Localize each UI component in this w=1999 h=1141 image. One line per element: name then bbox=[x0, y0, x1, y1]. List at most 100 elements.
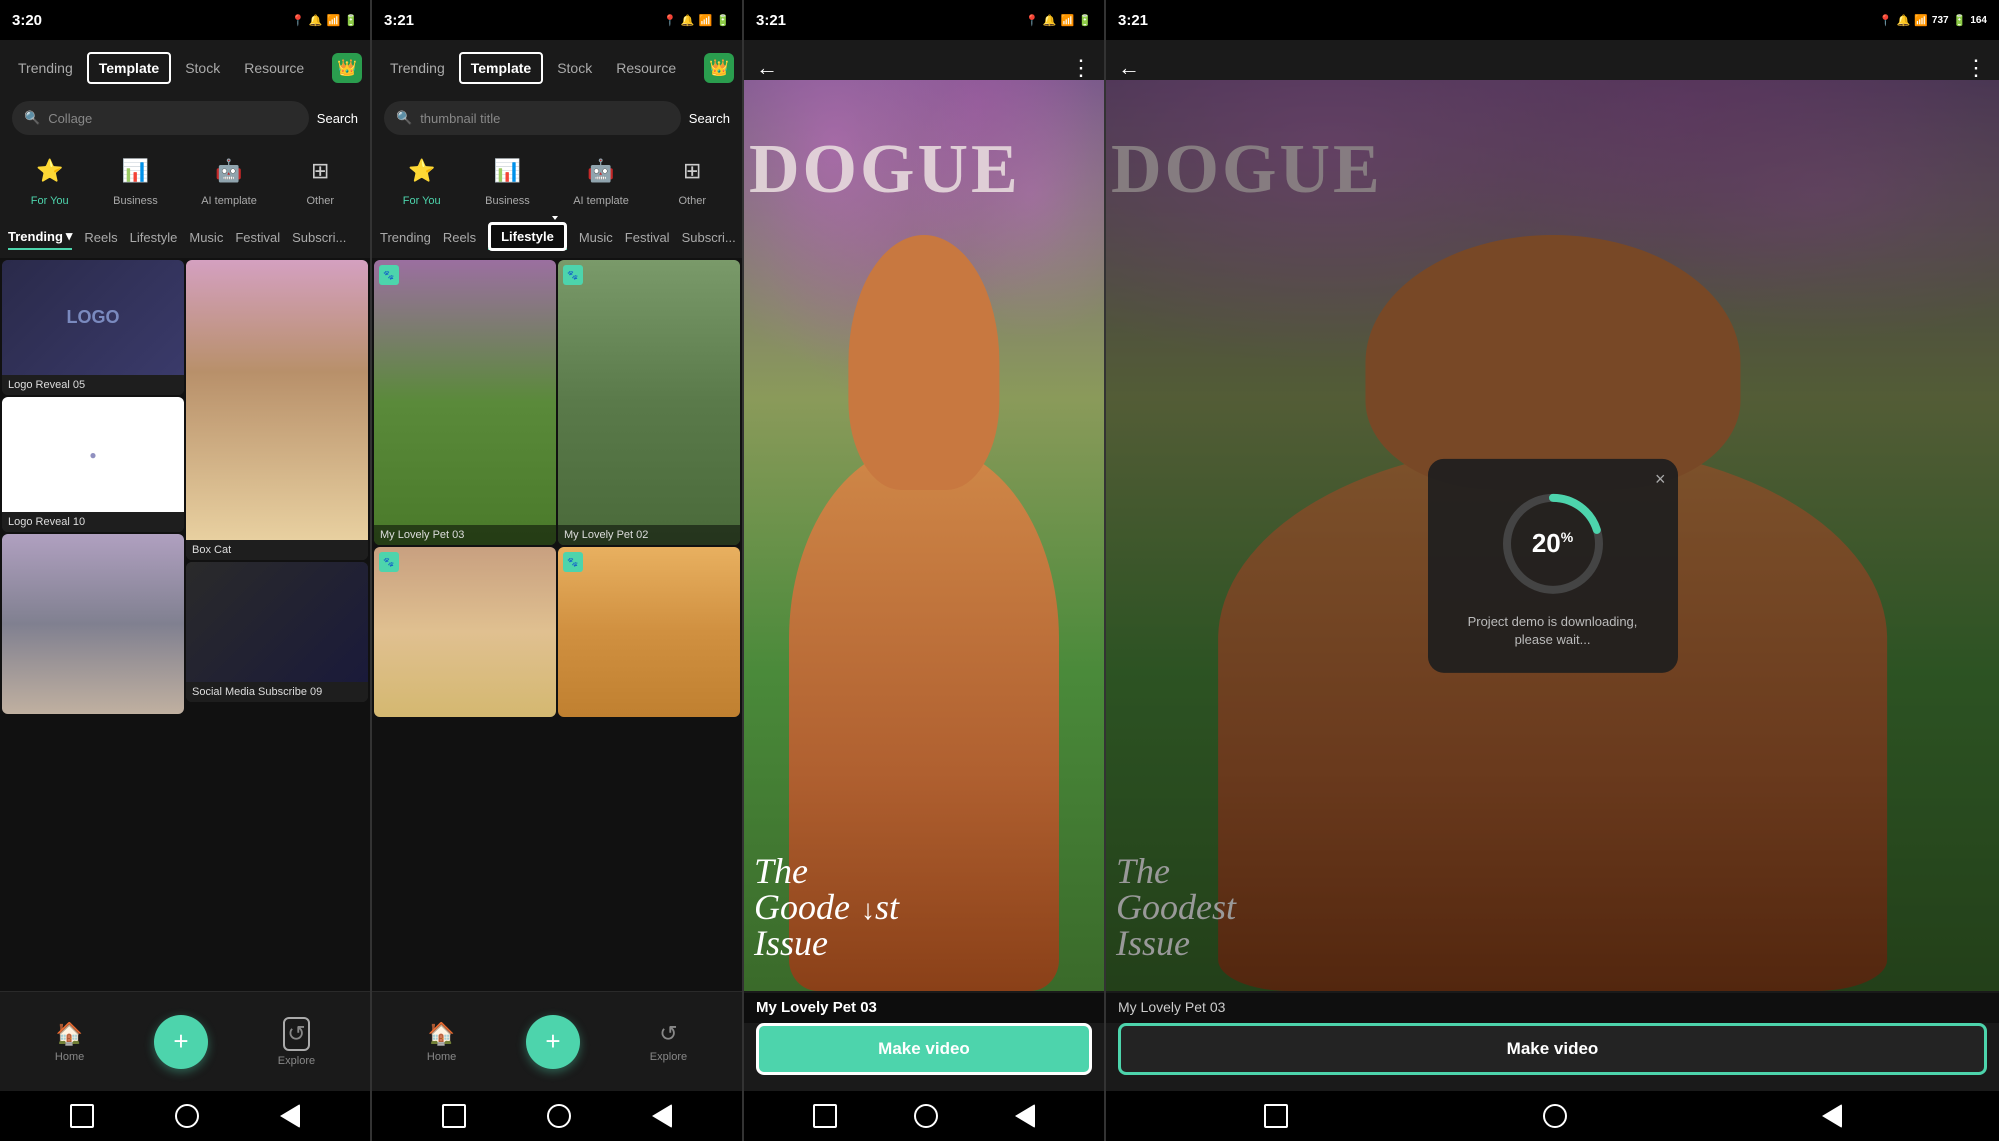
battery-count-4: 164 bbox=[1970, 15, 1987, 26]
home-label-1: Home bbox=[55, 1051, 84, 1063]
sys-back-1[interactable] bbox=[280, 1104, 300, 1128]
phone-panel-3: 3:21 📍 🔔 📶 🔋 ← ⋮ DOGUE bbox=[744, 0, 1104, 1141]
back-arrow-4[interactable]: ← bbox=[1118, 55, 1140, 81]
nav-tab-template-2[interactable]: Template bbox=[459, 52, 543, 84]
filter-subscri-2[interactable]: Subscri... bbox=[682, 226, 736, 249]
bottom-fab-1[interactable]: + bbox=[154, 1015, 208, 1069]
category-for-you-1[interactable]: ⭐ For You bbox=[30, 151, 70, 207]
nav-tabs-1: Trending Template Stock Resource bbox=[8, 52, 314, 84]
filter-festival-2[interactable]: Festival bbox=[625, 226, 670, 249]
close-overlay-btn[interactable]: × bbox=[1655, 468, 1666, 489]
three-dots-4[interactable]: ⋮ bbox=[1965, 55, 1987, 81]
filter-festival-1[interactable]: Festival bbox=[235, 226, 280, 249]
filter-trending-2[interactable]: Trending bbox=[380, 226, 431, 249]
filter-subscri-1[interactable]: Subscri... bbox=[292, 226, 346, 249]
bell-icon-4: 🔔 bbox=[1897, 14, 1911, 27]
progress-text: 20% bbox=[1532, 528, 1573, 559]
star-icon-2: ⭐ bbox=[402, 151, 442, 191]
bottom-home-2[interactable]: 🏠 Home bbox=[427, 1021, 456, 1063]
filter-reels-2[interactable]: Reels bbox=[443, 226, 476, 249]
nav-tab-template-1[interactable]: Template bbox=[87, 52, 171, 84]
search-button-2[interactable]: Search bbox=[689, 111, 730, 126]
sys-square-2[interactable] bbox=[442, 1104, 466, 1128]
sys-square-1[interactable] bbox=[70, 1104, 94, 1128]
explore-icon-2: ↺ bbox=[659, 1021, 677, 1047]
grid-item-kittens[interactable]: 🐾 bbox=[374, 547, 556, 717]
filter-tabs-1: Trending ▾ Reels Lifestyle Music Festiva… bbox=[0, 216, 370, 258]
category-for-you-2[interactable]: ⭐ For You bbox=[402, 151, 442, 207]
filter-lifestyle-2[interactable]: Lifestyle bbox=[488, 225, 567, 250]
back-arrow-3[interactable]: ← bbox=[756, 55, 778, 81]
nav-tab-trending-1[interactable]: Trending bbox=[8, 54, 83, 82]
wifi-icon-4: 📶 bbox=[1914, 14, 1928, 27]
battery-icon-4: 🔋 bbox=[1953, 14, 1967, 27]
grid-label-pet-03: My Lovely Pet 03 bbox=[374, 525, 556, 545]
sys-back-3[interactable] bbox=[1015, 1104, 1035, 1128]
nav-tab-resource-2[interactable]: Resource bbox=[606, 54, 686, 82]
nav-tab-stock-1[interactable]: Stock bbox=[175, 54, 230, 82]
category-business-2[interactable]: 📊 Business bbox=[485, 151, 530, 207]
filter-music-2[interactable]: Music bbox=[579, 226, 613, 249]
sys-back-4[interactable] bbox=[1822, 1104, 1842, 1128]
sys-back-2[interactable] bbox=[652, 1104, 672, 1128]
category-label-ai-1: AI template bbox=[201, 195, 257, 207]
grid-item-my-lovely-pet-02[interactable]: 🐾 My Lovely Pet 02 bbox=[558, 260, 740, 545]
filter-trending-1[interactable]: Trending ▾ bbox=[8, 224, 72, 250]
crown-icon-2[interactable]: 👑 bbox=[704, 53, 734, 83]
make-video-btn-3[interactable]: Make video bbox=[756, 1023, 1092, 1075]
category-ai-1[interactable]: 🤖 AI template bbox=[201, 151, 257, 207]
home-icon-1: 🏠 bbox=[56, 1021, 83, 1047]
explore-icon-1: ↺ bbox=[283, 1017, 309, 1051]
sys-square-3[interactable] bbox=[813, 1104, 837, 1128]
caption-4: The Goodest Issue bbox=[1116, 853, 1236, 961]
filter-lifestyle-1[interactable]: Lifestyle bbox=[130, 226, 178, 249]
status-icons-3: 📍 🔔 📶 🔋 bbox=[1025, 14, 1092, 27]
grid-item-logo-reveal-05[interactable]: LOGO Logo Reveal 05 bbox=[2, 260, 184, 395]
grid-item-box-cat[interactable]: Box Cat bbox=[186, 260, 368, 560]
bottom-nav-2: 🏠 Home + ↺ Explore bbox=[372, 991, 742, 1091]
bottom-explore-1[interactable]: ↺ Explore bbox=[278, 1017, 315, 1067]
lifestyle-box: Lifestyle bbox=[488, 222, 567, 251]
filter-music-1[interactable]: Music bbox=[189, 226, 223, 249]
grid-item-husky[interactable] bbox=[2, 534, 184, 714]
grid-icon-2: ⊞ bbox=[672, 151, 712, 191]
search-button-1[interactable]: Search bbox=[317, 111, 358, 126]
category-other-2[interactable]: ⊞ Other bbox=[672, 151, 712, 207]
sys-square-4[interactable] bbox=[1264, 1104, 1288, 1128]
sys-bar-3 bbox=[744, 1091, 1104, 1141]
bottom-home-1[interactable]: 🏠 Home bbox=[55, 1021, 84, 1063]
grid-item-my-lovely-pet-03[interactable]: 🐾 My Lovely Pet 03 bbox=[374, 260, 556, 545]
search-input-2[interactable]: 🔍 thumbnail title bbox=[384, 101, 681, 135]
bottom-explore-2[interactable]: ↺ Explore bbox=[650, 1021, 687, 1063]
sys-bar-1 bbox=[0, 1091, 370, 1141]
category-business-1[interactable]: 📊 Business bbox=[113, 151, 158, 207]
location-icon-4: 📍 bbox=[1879, 14, 1893, 27]
three-dots-3[interactable]: ⋮ bbox=[1070, 55, 1092, 81]
bottom-fab-2[interactable]: + bbox=[526, 1015, 580, 1069]
sys-circle-3[interactable] bbox=[914, 1104, 938, 1128]
caption-line2-4: Goodest bbox=[1116, 889, 1236, 925]
battery-icon-3: 🔋 bbox=[1078, 14, 1092, 27]
loading-message: Project demo is downloading, please wait… bbox=[1458, 612, 1648, 648]
nav-tab-stock-2[interactable]: Stock bbox=[547, 54, 602, 82]
search-input-1[interactable]: 🔍 Collage bbox=[12, 101, 309, 135]
grid-item-social-subscribe[interactable]: Social Media Subscribe 09 bbox=[186, 562, 368, 702]
category-other-1[interactable]: ⊞ Other bbox=[300, 151, 340, 207]
nav-tab-trending-2[interactable]: Trending bbox=[380, 54, 455, 82]
category-ai-2[interactable]: 🤖 AI template bbox=[573, 151, 629, 207]
sys-circle-2[interactable] bbox=[547, 1104, 571, 1128]
status-bar-3: 3:21 📍 🔔 📶 🔋 bbox=[744, 0, 1104, 40]
status-icons-1: 📍 🔔 📶 🔋 bbox=[291, 14, 358, 27]
sys-circle-4[interactable] bbox=[1543, 1104, 1567, 1128]
crown-icon-1[interactable]: 👑 bbox=[332, 53, 362, 83]
full-view-4: ← ⋮ DOGUE The Goodest Issue × bbox=[1106, 40, 1999, 1091]
content-grid-1: LOGO Logo Reveal 05 ● Logo Reveal 10 Box… bbox=[0, 258, 370, 991]
sys-circle-1[interactable] bbox=[175, 1104, 199, 1128]
time-4: 3:21 bbox=[1118, 12, 1148, 29]
nav-tab-resource-1[interactable]: Resource bbox=[234, 54, 314, 82]
nav-tabs-2: Trending Template Stock Resource bbox=[380, 52, 686, 84]
make-video-btn-4[interactable]: Make video bbox=[1118, 1023, 1987, 1075]
grid-item-orange-cat[interactable]: 🐾 bbox=[558, 547, 740, 717]
filter-reels-1[interactable]: Reels bbox=[84, 226, 117, 249]
grid-item-logo-reveal-10[interactable]: ● Logo Reveal 10 bbox=[2, 397, 184, 532]
